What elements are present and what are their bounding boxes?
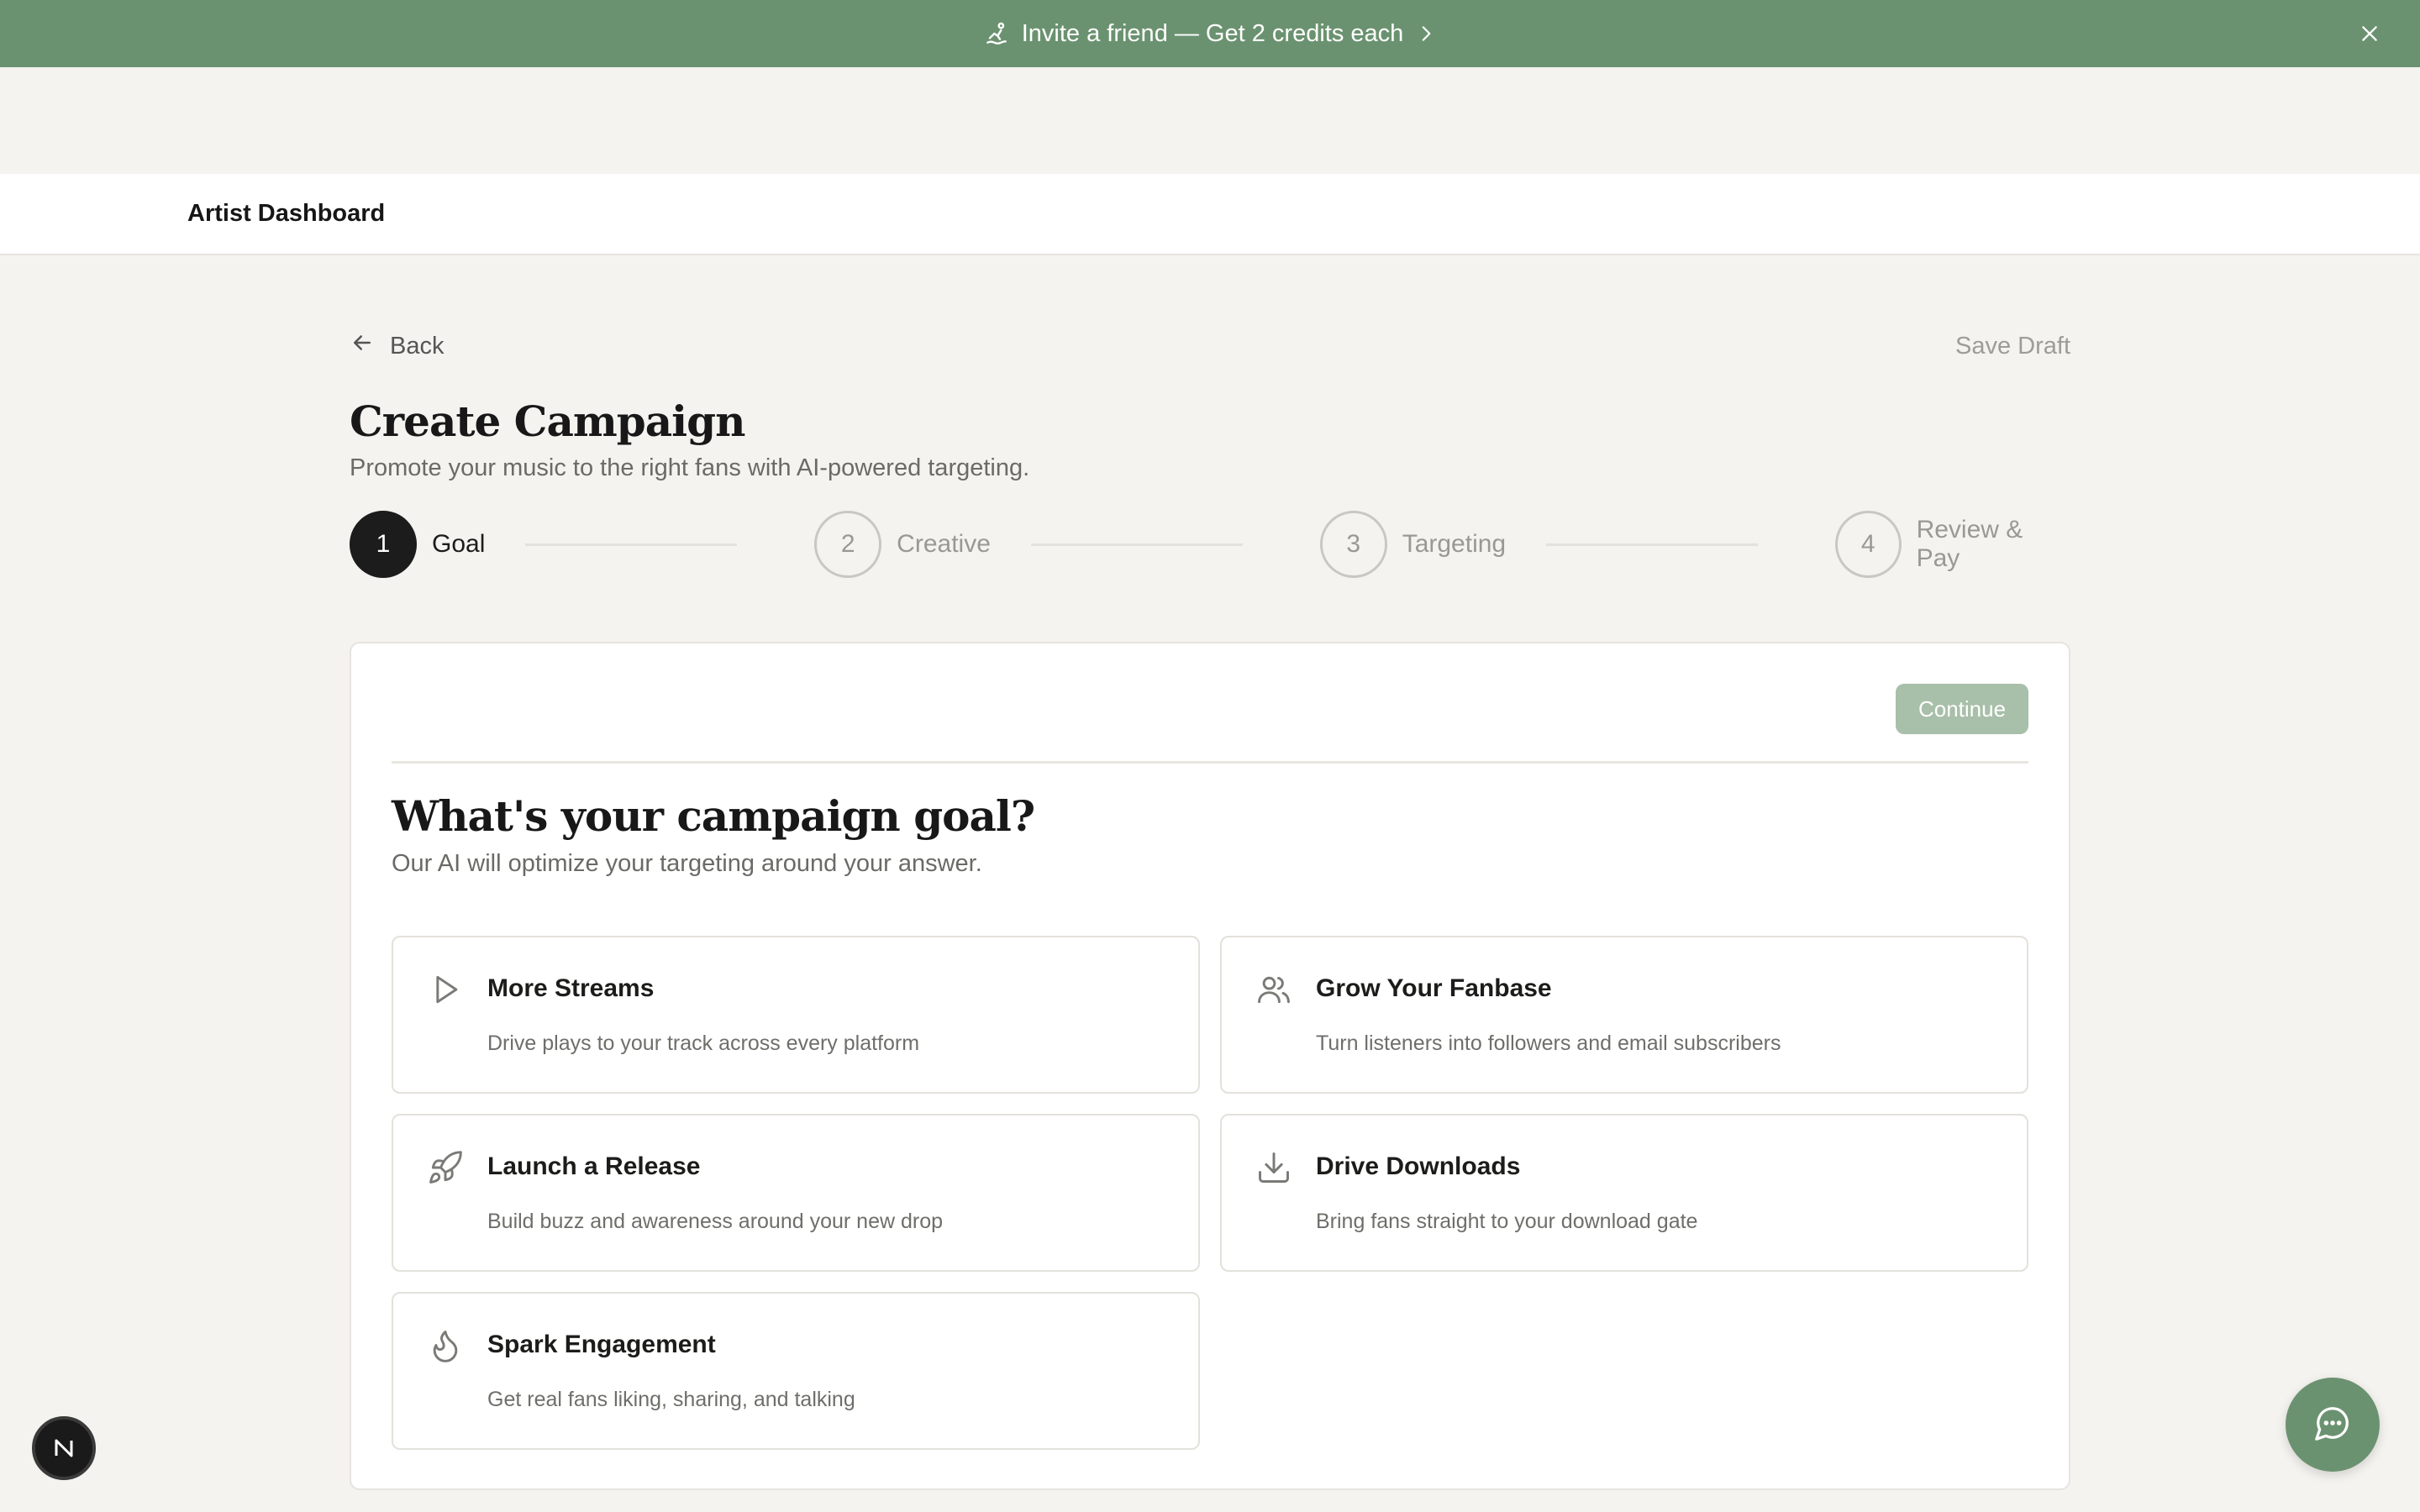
chevron-right-icon	[1415, 23, 1437, 45]
page-header: Back Save Draft Create Campaign Promote …	[350, 319, 2070, 578]
option-title: Spark Engagement	[487, 1331, 716, 1358]
option-description: Bring fans straight to your download gat…	[1316, 1210, 1698, 1233]
invite-link[interactable]: Invite a friend — Get 2 credits each	[983, 20, 1438, 48]
chat-button[interactable]	[2286, 1378, 2380, 1472]
promo-banner: Invite a friend — Get 2 credits each	[0, 0, 2420, 67]
goal-option-spark-engagement[interactable]: Spark Engagement Get real fans liking, s…	[392, 1292, 1200, 1450]
goal-question-subtitle: Our AI will optimize your targeting arou…	[392, 850, 982, 877]
users-icon	[1255, 971, 1292, 1008]
option-description: Get real fans liking, sharing, and talki…	[487, 1388, 855, 1411]
flame-icon	[427, 1327, 464, 1364]
step-review-pay[interactable]: 4 Review & Pay	[1834, 511, 2070, 578]
wave-hand-icon	[983, 20, 1010, 47]
step-label: Review & Pay	[1916, 516, 2023, 572]
step-label: Creative	[897, 530, 991, 558]
top-nav: Artist Dashboard	[0, 174, 2420, 255]
rocket-icon	[427, 1149, 464, 1186]
option-description: Build buzz and awareness around your new…	[487, 1210, 944, 1233]
goal-card: Continue What's your campaign goal? Our …	[350, 642, 2070, 1490]
step-number: 2	[814, 511, 882, 578]
step-connector	[525, 543, 738, 546]
goal-option-drive-downloads[interactable]: Drive Downloads Bring fans straight to y…	[1220, 1114, 2028, 1272]
page-title: Create Campaign	[350, 396, 745, 446]
option-title: Grow Your Fanbase	[1316, 974, 1552, 1002]
close-icon	[2359, 23, 2381, 45]
option-title: Launch a Release	[487, 1152, 701, 1180]
step-goal[interactable]: 1 Goal	[350, 511, 485, 578]
download-icon	[1255, 1149, 1292, 1186]
arrow-left-icon	[350, 330, 375, 362]
step-creative[interactable]: 2 Creative	[814, 511, 991, 578]
step-connector	[1030, 543, 1243, 546]
step-label: Goal	[432, 530, 486, 558]
step-targeting[interactable]: 3 Targeting	[1319, 511, 1507, 578]
next-dev-badge[interactable]	[32, 1416, 96, 1480]
banner-text: Invite a friend — Get 2 credits each	[1021, 19, 1404, 47]
step-number: 3	[1319, 511, 1387, 578]
goal-option-grow-fanbase[interactable]: Grow Your Fanbase Turn listeners into fo…	[1220, 936, 2028, 1094]
goal-question: What's your campaign goal?	[392, 791, 1035, 841]
step-number: 4	[1834, 511, 1902, 578]
goal-option-more-streams[interactable]: More Streams Drive plays to your track a…	[392, 936, 1200, 1094]
option-title: More Streams	[487, 974, 655, 1002]
n-logo-icon	[55, 1439, 73, 1457]
play-icon	[427, 971, 464, 1008]
divider	[392, 761, 2028, 764]
continue-button[interactable]: Continue	[1896, 684, 2028, 734]
step-label: Targeting	[1402, 530, 1507, 558]
option-description: Drive plays to your track across every p…	[487, 1032, 920, 1055]
brand-title[interactable]: Artist Dashboard	[187, 200, 385, 228]
banner-close-button[interactable]	[2353, 17, 2386, 50]
step-number: 1	[350, 511, 417, 578]
save-draft-button[interactable]: Save Draft	[1955, 333, 2070, 360]
step-indicator: 1 Goal 2 Creative 3 Targeting 4 Review &…	[350, 511, 2070, 578]
option-description: Turn listeners into followers and email …	[1316, 1032, 1781, 1055]
chat-bubble-icon	[2313, 1404, 2352, 1446]
goal-option-launch-release[interactable]: Launch a Release Build buzz and awarenes…	[392, 1114, 1200, 1272]
page-subtitle: Promote your music to the right fans wit…	[350, 454, 1030, 481]
header-actions: Back Save Draft	[350, 319, 2070, 373]
back-label: Back	[390, 332, 445, 360]
back-button[interactable]: Back	[350, 330, 444, 362]
step-connector	[1546, 543, 1758, 546]
option-title: Drive Downloads	[1316, 1152, 1521, 1180]
